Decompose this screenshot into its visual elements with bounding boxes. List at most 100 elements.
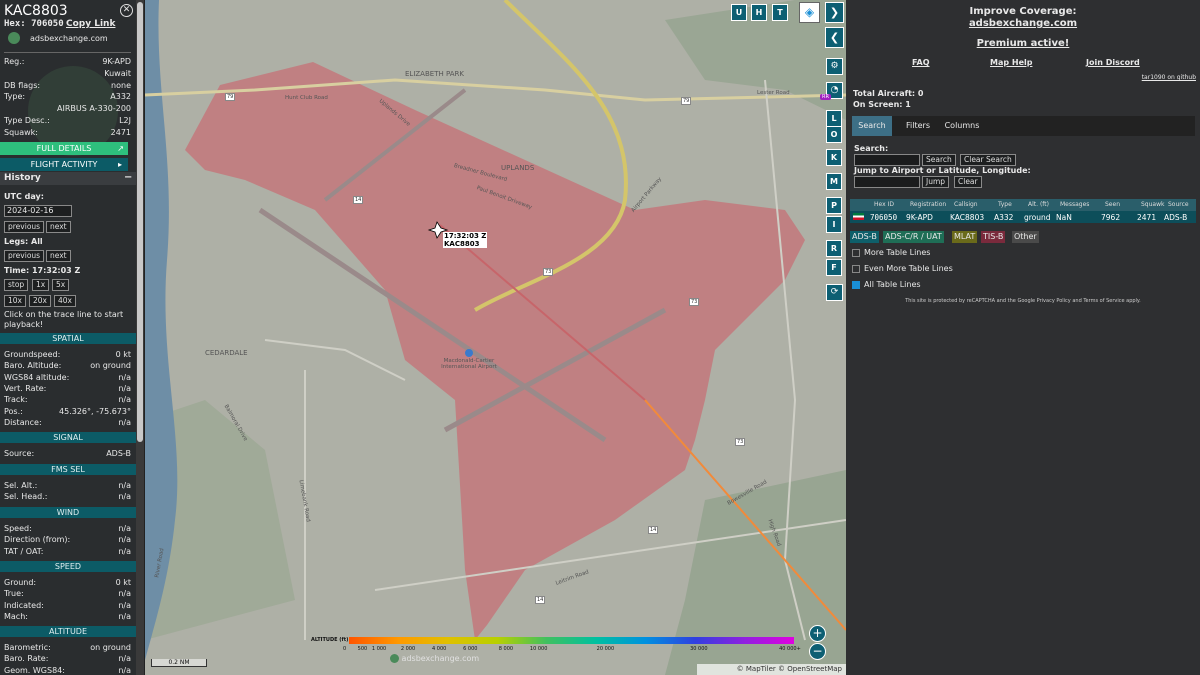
table-header-cell[interactable]: Seen	[1105, 201, 1120, 208]
source-other[interactable]: Other	[1012, 231, 1039, 243]
left-panel-scrollbar[interactable]	[136, 0, 144, 675]
map-label-cedardale: CEDARDALE	[205, 349, 248, 357]
toggle-r-button[interactable]: R	[826, 240, 842, 257]
hex-label: Hex:	[4, 19, 26, 29]
field-value: n/a	[118, 395, 131, 405]
table-header-cell[interactable]: Hex ID	[874, 201, 894, 208]
field-value: n/a	[118, 481, 131, 490]
option-0[interactable]: More Table Lines	[852, 248, 930, 257]
divider	[4, 52, 131, 53]
speed-20x-button[interactable]: 20x	[29, 295, 51, 307]
option-2[interactable]: All Table Lines	[852, 280, 921, 289]
checkbox[interactable]	[852, 248, 860, 257]
next-day-button[interactable]: next	[46, 221, 71, 233]
recaptcha-notice: This site is protected by reCAPTCHA and …	[905, 298, 1141, 304]
layers-icon[interactable]: ◈	[799, 2, 820, 23]
toggle-h-button[interactable]: H	[751, 4, 767, 21]
table-header-cell[interactable]: Registration	[910, 201, 946, 208]
speed-5x-button[interactable]: 5x	[52, 279, 70, 291]
toggle-u-button[interactable]: U	[731, 4, 747, 21]
hex-value: 706050	[31, 19, 64, 29]
toggle-o-button[interactable]: O	[826, 126, 842, 143]
jump-input[interactable]	[854, 176, 920, 188]
toggle-t-button[interactable]: T	[772, 4, 788, 21]
aircraft-label-time: 17:32:03 Z	[444, 232, 487, 240]
table-cell: 9K-APD	[906, 213, 933, 222]
adsbx-site-link[interactable]: adsbexchange.com	[846, 18, 1200, 29]
clear-button[interactable]: Clear	[954, 176, 982, 188]
table-header-cell[interactable]: Alt. (ft)	[1028, 201, 1049, 208]
source-ads-b[interactable]: ADS-B	[850, 231, 879, 243]
previous-day-button[interactable]: previous	[4, 221, 45, 233]
checkbox[interactable]	[852, 280, 860, 289]
option-1[interactable]: Even More Table Lines	[852, 264, 953, 273]
search-button[interactable]: Search	[922, 154, 956, 166]
next-aircraft-icon[interactable]: ❯	[825, 2, 844, 23]
toggle-l-button[interactable]: L	[826, 110, 842, 127]
jump-button[interactable]: Jump	[922, 176, 950, 188]
field-value: n/a	[118, 611, 131, 621]
replay-icon[interactable]: ⟳	[826, 284, 843, 301]
field-label: Indicated:	[4, 600, 44, 610]
toggle-k-button[interactable]: K	[826, 149, 842, 166]
detail-key: Reg.:	[4, 57, 25, 66]
table-header-cell[interactable]: Callsign	[954, 201, 978, 208]
zoom-in-button[interactable]: +	[809, 625, 826, 642]
scrollbar-thumb[interactable]	[137, 2, 143, 442]
aircraft-label[interactable]: 17:32:03 Z KAC8803	[443, 232, 488, 248]
map-attribution[interactable]: © MapTiler © OpenStreetMap contributors	[697, 664, 846, 675]
map[interactable]: ELIZABETH PARK UPLANDS CEDARDALE Macdona…	[145, 0, 846, 675]
toggle-p-button[interactable]: P	[826, 197, 842, 214]
source-mlat[interactable]: MLAT	[952, 231, 978, 243]
toggle-i-button[interactable]: I	[826, 216, 842, 233]
altitude-tick: 2 000	[400, 646, 416, 652]
speed-1x-button[interactable]: 1x	[32, 279, 50, 291]
toggle-f-button[interactable]: F	[826, 259, 842, 276]
close-icon[interactable]: ✕	[120, 4, 133, 17]
prev-aircraft-icon[interactable]: ❮	[825, 27, 844, 48]
flight-activity-button[interactable]: FLIGHT ACTIVITY ▸	[0, 158, 128, 171]
zoom-out-button[interactable]: −	[809, 643, 826, 660]
search-input[interactable]	[854, 154, 920, 166]
table-header-cell[interactable]: Source	[1168, 201, 1189, 208]
source-tis-b[interactable]: TIS-B	[981, 231, 1006, 243]
map-canvas[interactable]	[145, 0, 846, 675]
field-label: Source:	[4, 449, 35, 458]
table-header-cell[interactable]: Squawk	[1141, 201, 1164, 208]
history-title: History	[4, 173, 41, 183]
checkbox[interactable]	[852, 264, 860, 273]
copy-link[interactable]: Copy Link	[66, 19, 115, 29]
faq-link[interactable]: FAQ	[912, 58, 930, 67]
field-value: n/a	[118, 589, 131, 599]
detail-value: 9K-APD	[102, 57, 131, 66]
tab-search[interactable]: Search	[852, 116, 892, 136]
tab-filters[interactable]: Filters	[898, 116, 938, 136]
speed-10x-button[interactable]: 10x	[4, 295, 26, 307]
section-row: True: n/a	[4, 588, 131, 599]
tab-columns[interactable]: Columns	[940, 116, 984, 136]
source-ads-c-r-uat[interactable]: ADS-C/R / UAT	[883, 231, 944, 243]
field-value: ADS-B	[106, 449, 131, 458]
improve-coverage-title: Improve Coverage:	[969, 6, 1077, 17]
table-header-cell[interactable]: Type	[998, 201, 1012, 208]
speed-40x-button[interactable]: 40x	[54, 295, 76, 307]
collapse-icon[interactable]: −	[124, 172, 132, 183]
field-value: n/a	[118, 535, 131, 545]
next-leg-button[interactable]: next	[46, 250, 71, 262]
section-row: Track: n/a	[4, 394, 131, 405]
table-cell: A332	[994, 213, 1014, 222]
settings-gear-icon[interactable]: ⚙	[826, 58, 843, 75]
date-input[interactable]: 2024-02-16	[4, 205, 72, 217]
full-details-button[interactable]: FULL DETAILS ↗	[0, 142, 128, 155]
github-link[interactable]: tar1090 on github	[1142, 74, 1196, 81]
premium-active[interactable]: Premium active!	[846, 38, 1200, 49]
join-discord-link[interactable]: Join Discord	[1086, 58, 1140, 67]
field-label: Groundspeed:	[4, 350, 61, 359]
clear-search-button[interactable]: Clear Search	[960, 154, 1016, 166]
map-help-link[interactable]: Map Help	[990, 58, 1032, 67]
previous-leg-button[interactable]: previous	[4, 250, 45, 262]
table-header-cell[interactable]: Messages	[1060, 201, 1089, 208]
toggle-m-button[interactable]: M	[826, 173, 842, 190]
field-label: Speed:	[4, 524, 32, 533]
stop-button[interactable]: stop	[4, 279, 29, 291]
